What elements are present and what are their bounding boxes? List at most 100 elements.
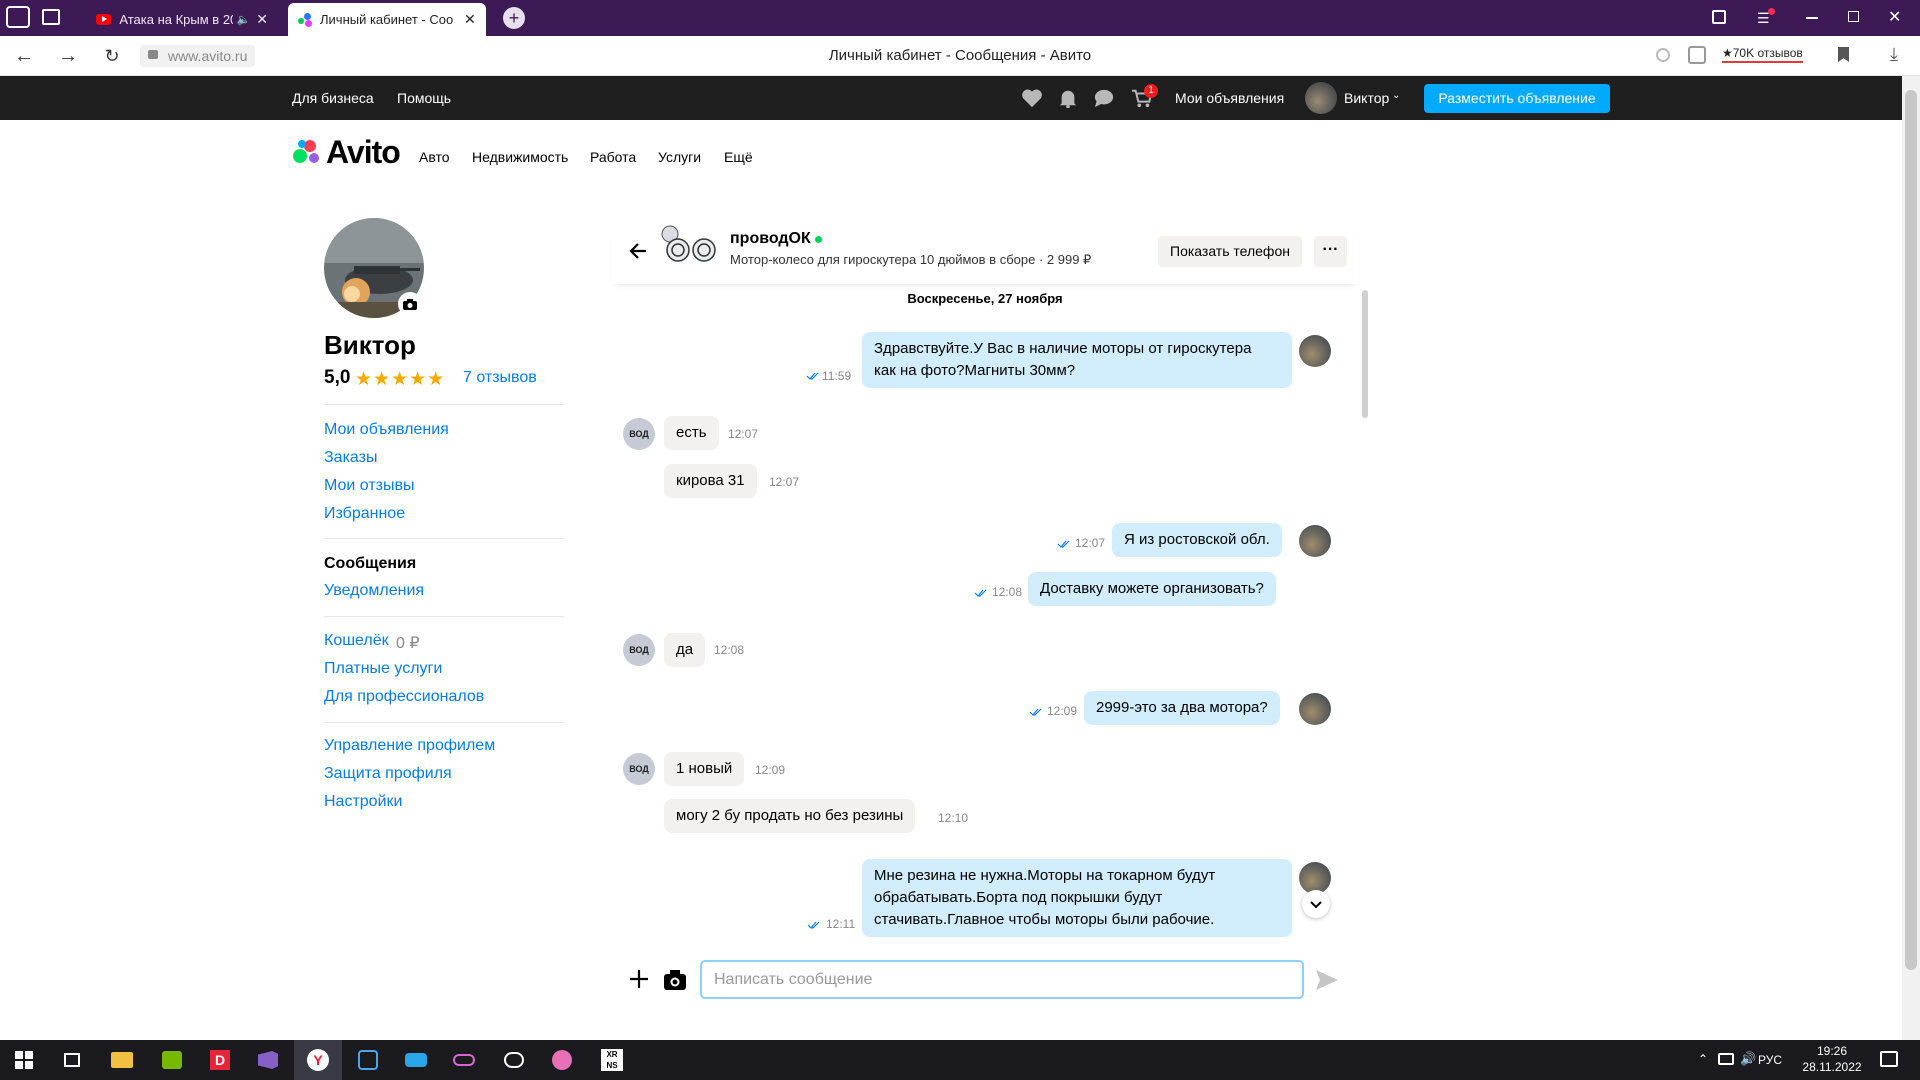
change-photo-camera-icon[interactable] xyxy=(398,292,422,316)
app-glasses-icon[interactable] xyxy=(440,1040,488,1080)
user-menu[interactable]: Виктор xyxy=(1344,76,1389,120)
my-avatar[interactable] xyxy=(1299,335,1331,367)
yandex-browser-icon[interactable]: Y xyxy=(294,1040,342,1080)
bookmark-icon[interactable] xyxy=(1838,47,1849,62)
message-bubble-out[interactable]: Я из ростовской обл. xyxy=(1112,523,1282,557)
restore-icon[interactable] xyxy=(1848,11,1859,22)
chevron-down-icon[interactable]: ⌄ xyxy=(1392,90,1400,101)
category-auto[interactable]: Авто xyxy=(419,149,450,165)
sidebar-item-my-reviews[interactable]: Мои отзывы xyxy=(324,477,415,495)
taskbar-clock[interactable]: 19:26 28.11.2022 xyxy=(1800,1043,1864,1075)
tab-youtube[interactable]: Атака на Крым в 202 🔈 ✕ xyxy=(86,3,278,36)
sidebar-item-for-pros[interactable]: Для профессионалов xyxy=(324,688,484,706)
reviews-link[interactable]: 7 отзывов xyxy=(463,369,537,387)
reload-icon[interactable]: ↻ xyxy=(100,44,124,68)
app-xrns-icon[interactable]: XR NS xyxy=(588,1040,636,1080)
browser-menu-icon[interactable] xyxy=(6,6,30,28)
message-bubble-in[interactable]: 1 новый xyxy=(664,752,745,786)
sidebar-item-favorites[interactable]: Избранное xyxy=(324,505,405,523)
close-tab-icon[interactable]: ✕ xyxy=(256,11,268,28)
message-bubble-out[interactable]: Мне резина не нужна.Моторы на токарном б… xyxy=(862,859,1292,937)
category-jobs[interactable]: Работа xyxy=(590,149,636,165)
windows-start-icon[interactable] xyxy=(0,1040,48,1080)
my-ads-link[interactable]: Мои объявления xyxy=(1175,76,1284,120)
sidebar-item-profile-management[interactable]: Управление профилем xyxy=(324,737,495,755)
attach-plus-icon[interactable] xyxy=(626,966,652,992)
sidebar-item-wallet[interactable]: Кошелёк xyxy=(324,632,389,650)
app-d-icon[interactable]: D xyxy=(196,1040,244,1080)
avito-logo[interactable]: Avito xyxy=(292,134,401,170)
back-icon[interactable]: ← xyxy=(12,44,36,68)
app-pink-icon[interactable] xyxy=(538,1040,586,1080)
message-text: стачивать.Главное чтобы моторы были рабо… xyxy=(874,911,1215,928)
seller-avatar[interactable]: ВОД xyxy=(623,634,655,666)
chat-icon[interactable] xyxy=(1093,88,1115,108)
app-mask-icon[interactable] xyxy=(392,1040,440,1080)
category-realty[interactable]: Недвижимость xyxy=(472,149,568,165)
volume-icon[interactable]: 🔊 xyxy=(1740,1051,1756,1067)
my-avatar[interactable] xyxy=(1299,525,1331,557)
camera-icon[interactable] xyxy=(662,967,688,993)
message-bubble-in[interactable]: да xyxy=(664,633,706,667)
seller-logo-icon[interactable] xyxy=(658,224,718,264)
message-bubble-in[interactable]: могу 2 бу продать но без резины xyxy=(664,799,916,833)
my-avatar[interactable] xyxy=(1299,693,1331,725)
message-bubble-in[interactable]: есть xyxy=(664,416,719,450)
close-window-icon[interactable]: ✕ xyxy=(1888,7,1901,27)
heart-icon[interactable] xyxy=(1021,88,1043,108)
share-icon[interactable] xyxy=(1656,48,1670,62)
chat-scrollbar-thumb[interactable] xyxy=(1362,290,1368,418)
for-business-link[interactable]: Для бизнеса xyxy=(292,76,374,120)
translate-icon[interactable] xyxy=(1688,46,1706,64)
message-bubble-out[interactable]: Здравствуйте.У Вас в наличие моторы от г… xyxy=(862,332,1292,388)
url-field[interactable]: www.avito.ru xyxy=(140,45,256,67)
more-options-button[interactable]: ··· xyxy=(1314,236,1347,267)
new-tab-icon[interactable]: + xyxy=(503,7,525,29)
tab-avito[interactable]: Личный кабинет - Соо ✕ xyxy=(288,3,486,36)
file-explorer-icon[interactable] xyxy=(98,1040,146,1080)
app-blue-icon[interactable] xyxy=(344,1040,392,1080)
app-vr-icon[interactable] xyxy=(490,1040,538,1080)
seller-name[interactable]: проводОК xyxy=(730,230,811,248)
seller-avatar[interactable]: ВОД xyxy=(623,418,655,450)
new-window-icon[interactable] xyxy=(42,9,60,25)
ad-title[interactable]: Мотор-колесо для гироскутера 10 дюймов в… xyxy=(730,252,1091,268)
minimize-icon[interactable] xyxy=(1806,17,1818,19)
visual-studio-icon[interactable] xyxy=(244,1040,292,1080)
scroll-down-button[interactable] xyxy=(1302,890,1330,918)
notification-center-icon[interactable] xyxy=(1880,1051,1898,1067)
bell-icon[interactable] xyxy=(1057,88,1079,108)
sidebar-item-notifications[interactable]: Уведомления xyxy=(324,582,424,600)
category-services[interactable]: Услуги xyxy=(658,149,701,165)
sidebar-item-orders[interactable]: Заказы xyxy=(324,449,377,467)
show-phone-button[interactable]: Показать телефон xyxy=(1158,236,1302,267)
category-more[interactable]: Ещё xyxy=(724,149,753,165)
close-tab-icon[interactable]: ✕ xyxy=(464,11,476,28)
sidebar-item-profile-security[interactable]: Защита профиля xyxy=(324,765,452,783)
sidebar-item-settings[interactable]: Настройки xyxy=(324,793,402,811)
tray-chevron-up-icon[interactable]: ⌃ xyxy=(1698,1052,1708,1066)
download-icon[interactable]: ⤓ xyxy=(1890,44,1898,65)
message-bubble-in[interactable]: кирова 31 xyxy=(664,464,757,498)
sidebar-item-my-ads[interactable]: Мои объявления xyxy=(324,421,449,439)
network-icon[interactable] xyxy=(1718,1053,1734,1065)
back-arrow-icon[interactable] xyxy=(626,238,652,264)
language-indicator[interactable]: РУС xyxy=(1758,1053,1782,1067)
speaker-icon[interactable]: 🔈 xyxy=(237,13,251,26)
post-ad-button[interactable]: Разместить объявление xyxy=(1424,84,1610,113)
sidebar-item-paid-services[interactable]: Платные услуги xyxy=(324,660,442,678)
reviews-chip[interactable]: ★70K отзывов xyxy=(1722,46,1803,63)
nvidia-icon[interactable] xyxy=(148,1040,196,1080)
help-link[interactable]: Помощь xyxy=(397,76,451,120)
send-icon[interactable] xyxy=(1314,968,1340,992)
message-input[interactable] xyxy=(700,960,1304,999)
message-bubble-out[interactable]: 2999-это за два мотора? xyxy=(1084,691,1280,725)
seller-avatar[interactable]: ВОД xyxy=(623,753,655,785)
message-bubble-out[interactable]: Доставку можете организовать? xyxy=(1028,572,1276,606)
collections-icon[interactable] xyxy=(1712,10,1726,24)
page-scrollbar-thumb[interactable] xyxy=(1905,90,1917,970)
forward-icon[interactable]: → xyxy=(56,44,80,68)
task-view-icon[interactable] xyxy=(48,1040,96,1080)
sidebar-item-messages[interactable]: Сообщения xyxy=(324,555,416,573)
user-avatar[interactable] xyxy=(1305,82,1337,114)
